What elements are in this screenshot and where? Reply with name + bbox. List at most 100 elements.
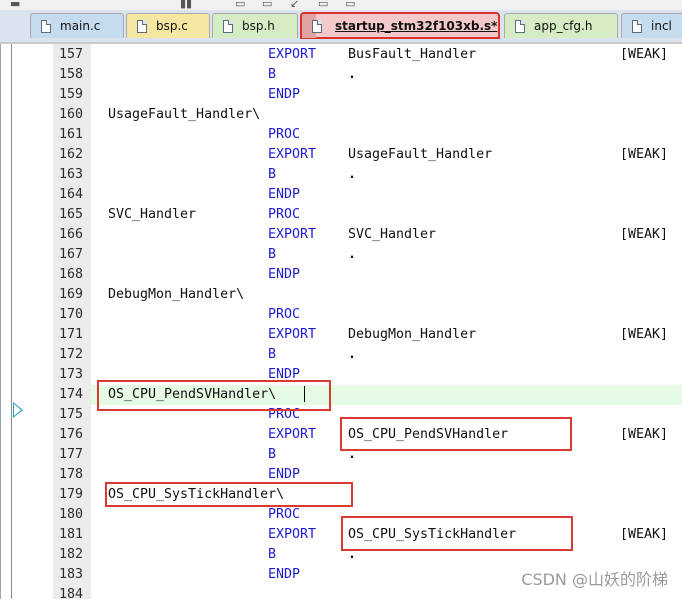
file-icon xyxy=(41,19,51,33)
code-keyword: PROC xyxy=(268,127,301,142)
line-number: 181 xyxy=(58,527,83,542)
file-icon xyxy=(312,19,322,33)
code-operand: . xyxy=(348,247,357,262)
code-line[interactable]: 168 ENDP xyxy=(1,265,682,285)
code-operand: DebugMon_Handler xyxy=(348,327,477,342)
code-keyword: PROC xyxy=(268,307,301,322)
line-number: 175 xyxy=(58,407,83,422)
line-number: 162 xyxy=(58,147,83,162)
callout-systick-export xyxy=(341,516,573,551)
tab-startup-stm32f103xb-s[interactable]: startup_stm32f103xb.s* xyxy=(300,12,500,39)
line-number: 180 xyxy=(58,507,83,522)
file-icon xyxy=(223,19,233,33)
code-attribute: [WEAK] xyxy=(620,147,669,162)
callout-systick-label xyxy=(105,482,353,507)
file-icon xyxy=(632,19,642,33)
code-line[interactable]: 170 PROC xyxy=(1,305,682,325)
code-attribute: [WEAK] xyxy=(620,47,669,62)
tab-bsp-c[interactable]: bsp.c xyxy=(126,13,210,38)
code-keyword: EXPORT xyxy=(268,327,317,342)
code-keyword: B xyxy=(268,447,277,462)
line-number: 158 xyxy=(58,67,83,82)
toolbar-icon[interactable]: ▭ xyxy=(262,0,272,10)
line-number: 183 xyxy=(58,567,83,582)
code-line[interactable]: 159 ENDP xyxy=(1,85,682,105)
code-keyword: B xyxy=(268,247,277,262)
code-keyword: ENDP xyxy=(268,267,301,282)
code-line[interactable]: 171 EXPORT DebugMon_Handler [WEAK] xyxy=(1,325,682,345)
line-number: 182 xyxy=(58,547,83,562)
file-icon xyxy=(137,19,147,33)
code-keyword: EXPORT xyxy=(268,227,317,242)
toolbar-icon[interactable]: ▮▮ xyxy=(180,0,192,10)
code-attribute: [WEAK] xyxy=(620,227,669,242)
watermark: CSDN @山妖的阶梯 xyxy=(521,570,668,589)
tab-label: bsp.h xyxy=(242,19,275,33)
callout-pendsv-export xyxy=(340,417,572,451)
line-number: 168 xyxy=(58,267,83,282)
line-number: 174 xyxy=(58,387,83,402)
toolbar-icon[interactable]: ▭ xyxy=(345,0,355,10)
tab-app-cfg-h[interactable]: app_cfg.h xyxy=(504,13,618,38)
code-line[interactable]: 165 SVC_Handler PROC xyxy=(1,205,682,225)
code-keyword: EXPORT xyxy=(268,147,317,162)
code-line[interactable]: 158 B. xyxy=(1,65,682,85)
tab-label: bsp.c xyxy=(156,19,188,33)
tab-bsp-h[interactable]: bsp.h xyxy=(212,13,298,38)
line-number: 160 xyxy=(58,107,83,122)
code-label: UsageFault_Handler\ xyxy=(108,107,261,122)
code-operand: BusFault_Handler xyxy=(348,47,477,62)
line-number: 166 xyxy=(58,227,83,242)
code-line[interactable]: 164 ENDP xyxy=(1,185,682,205)
callout-pendsv-label xyxy=(97,380,331,411)
line-number: 161 xyxy=(58,127,83,142)
tab-label: startup_stm32f103xb.s* xyxy=(335,19,498,33)
line-number: 172 xyxy=(58,347,83,362)
line-number: 167 xyxy=(58,247,83,262)
code-keyword: EXPORT xyxy=(268,47,317,62)
line-number: 171 xyxy=(58,327,83,342)
code-operand: . xyxy=(348,67,357,82)
code-editor[interactable]: 157 EXPORT BusFault_Handler [WEAK] 158 B. 159 E… xyxy=(0,44,682,602)
code-line[interactable]: 157 EXPORT BusFault_Handler [WEAK] xyxy=(1,45,682,65)
tab-label: app_cfg.h xyxy=(534,19,593,33)
line-number: 179 xyxy=(58,487,83,502)
code-keyword: B xyxy=(268,167,277,182)
code-line[interactable]: 169 DebugMon_Handler\ xyxy=(1,285,682,305)
toolbar-icon[interactable]: ▭ xyxy=(235,0,245,10)
code-label: DebugMon_Handler\ xyxy=(108,287,245,302)
code-line[interactable]: 160 UsageFault_Handler\ xyxy=(1,105,682,125)
code-line[interactable]: 166 EXPORT SVC_Handler [WEAK] xyxy=(1,225,682,245)
code-keyword: ENDP xyxy=(268,567,301,582)
tab-includes[interactable]: incl xyxy=(621,13,682,38)
toolbar-icon[interactable]: ↙ xyxy=(290,0,299,10)
code-line[interactable]: 161 PROC xyxy=(1,125,682,145)
code-line[interactable]: 167 B. xyxy=(1,245,682,265)
code-keyword: PROC xyxy=(268,207,301,222)
line-number: 184 xyxy=(58,587,83,602)
line-number: 176 xyxy=(58,427,83,442)
code-line[interactable]: 163 B. xyxy=(1,165,682,185)
code-keyword: ENDP xyxy=(268,87,301,102)
line-number: 165 xyxy=(58,207,83,222)
line-number: 177 xyxy=(58,447,83,462)
tab-main-c[interactable]: main.c xyxy=(30,13,124,38)
code-keyword: B xyxy=(268,67,277,82)
code-keyword: EXPORT xyxy=(268,427,317,442)
toolbar-icon[interactable]: ▭ xyxy=(318,0,328,10)
code-operand: . xyxy=(348,347,357,362)
line-number: 170 xyxy=(58,307,83,322)
code-operand: SVC_Handler xyxy=(348,227,437,242)
code-label: SVC_Handler xyxy=(108,207,197,222)
text-caret xyxy=(304,386,305,402)
line-number: 163 xyxy=(58,167,83,182)
code-line[interactable]: 162 EXPORT UsageFault_Handler [WEAK] xyxy=(1,145,682,165)
toolbar-icon[interactable]: ▬ xyxy=(10,0,20,10)
code-keyword: EXPORT xyxy=(268,527,317,542)
code-keyword: PROC xyxy=(268,507,301,522)
code-attribute: [WEAK] xyxy=(620,327,669,342)
code-attribute: [WEAK] xyxy=(620,527,669,542)
current-line-marker-icon xyxy=(13,402,23,418)
line-number: 164 xyxy=(58,187,83,202)
code-line[interactable]: 172 B. xyxy=(1,345,682,365)
